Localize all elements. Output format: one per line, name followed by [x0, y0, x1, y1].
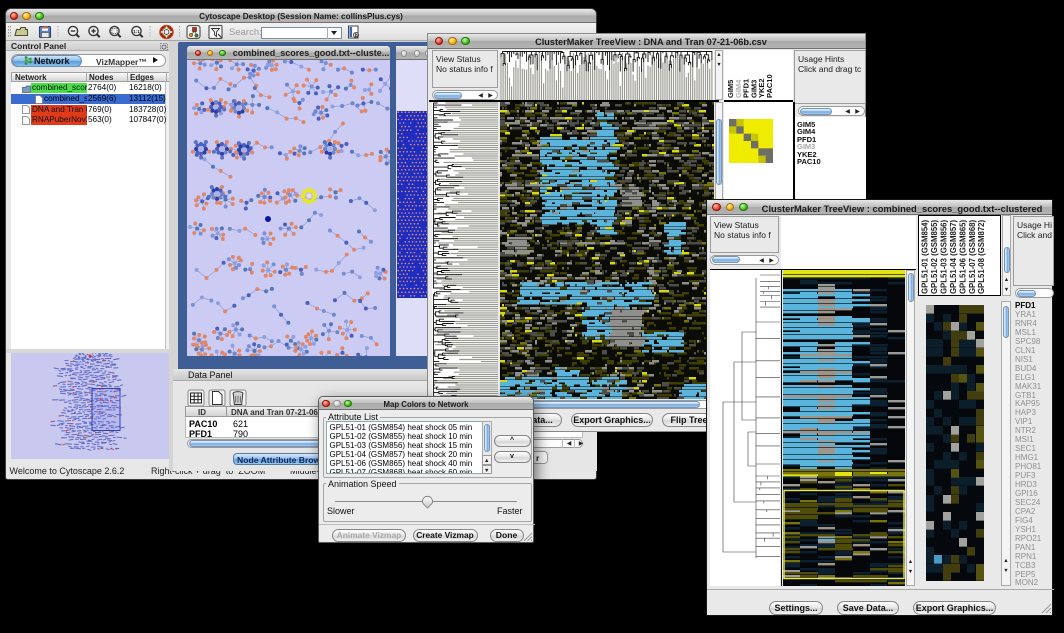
svg-text:GPL51-06 (GSM865): GPL51-06 (GSM865): [958, 219, 967, 294]
svg-text:GPL51-01 (GSM854): GPL51-01 (GSM854): [921, 219, 930, 294]
svg-text:GPL51-04 (GSM857): GPL51-04 (GSM857): [949, 219, 958, 294]
svg-text:Search:: Search:: [229, 27, 262, 38]
svg-text:PAC10: PAC10: [765, 74, 774, 98]
svg-text:1:1: 1:1: [133, 29, 140, 34]
svg-text:b: b: [355, 33, 358, 39]
svg-text:GPL51-07 (GSM868): GPL51-07 (GSM868): [968, 219, 977, 294]
svg-text:GPL51-08 (GSM872): GPL51-08 (GSM872): [977, 219, 986, 294]
svg-text:GPL51-03 (GSM856): GPL51-03 (GSM856): [939, 219, 948, 294]
svg-text:GPL51-02 (GSM855): GPL51-02 (GSM855): [930, 219, 939, 294]
